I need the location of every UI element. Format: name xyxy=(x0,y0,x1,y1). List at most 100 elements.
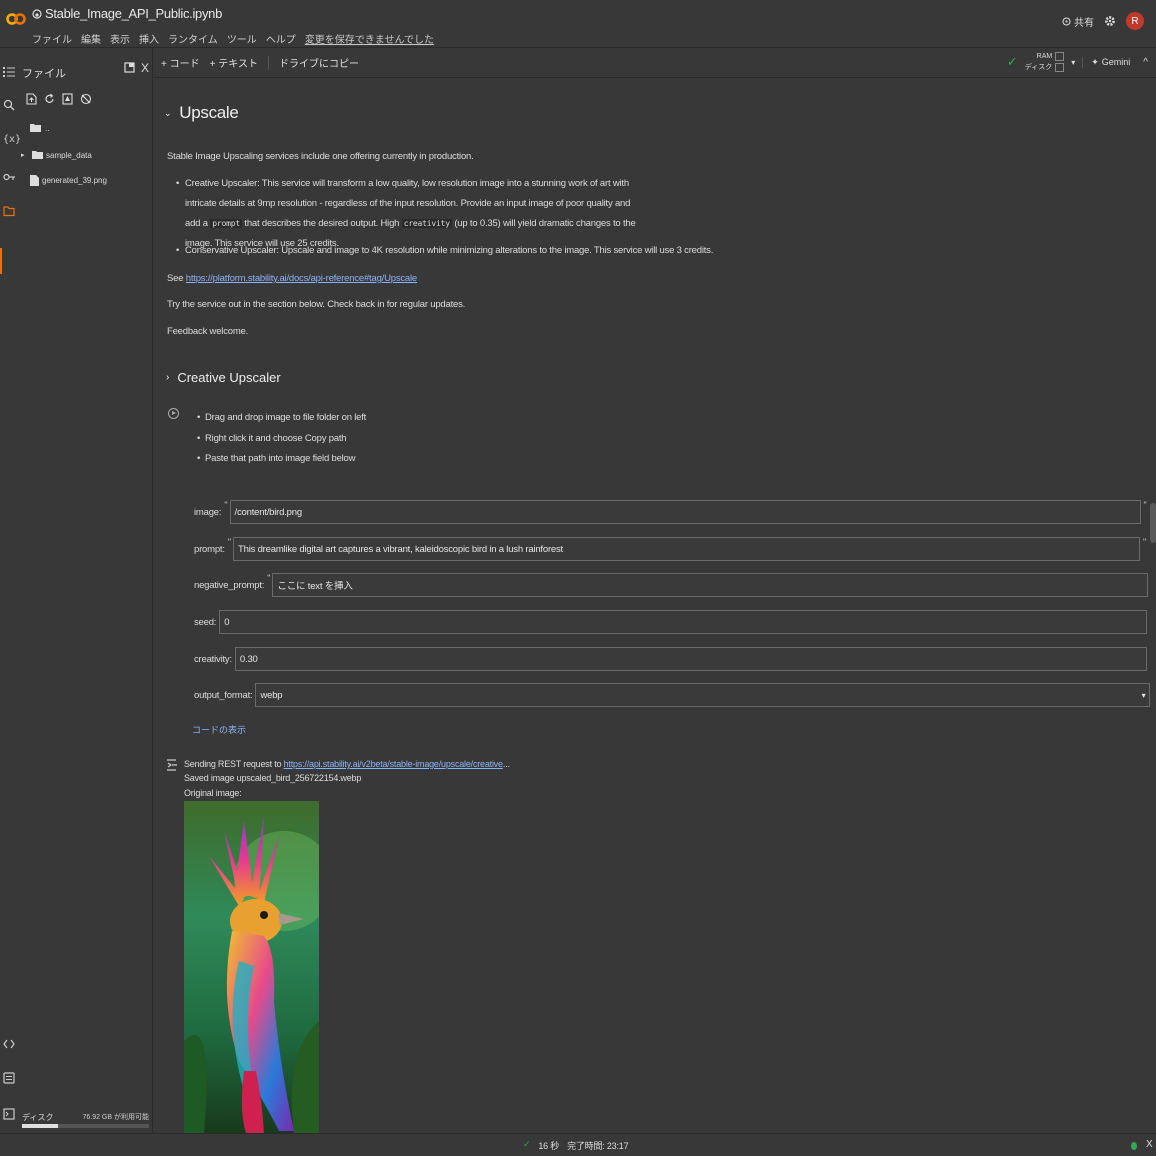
lock-icon xyxy=(1062,17,1071,25)
code-snippets-icon[interactable] xyxy=(3,1038,17,1052)
unsaved-changes-link[interactable]: 変更を保存できませんでした xyxy=(305,31,434,46)
quote-mark: " xyxy=(224,500,228,510)
output-format-field-row: output_format: webp ▾ xyxy=(194,682,1150,708)
avatar[interactable]: R xyxy=(1126,12,1144,30)
active-panel-indicator xyxy=(0,248,2,274)
api-reference-link[interactable]: https://platform.stability.ai/docs/api-r… xyxy=(186,273,417,284)
image-input[interactable]: /content/bird.png xyxy=(229,500,1141,524)
terminal-icon[interactable] xyxy=(3,1108,17,1122)
section-heading-creative-upscaler: › Creative Upscaler xyxy=(166,370,281,385)
creativity-label: creativity: xyxy=(194,653,232,665)
command-palette-icon[interactable] xyxy=(3,1072,17,1086)
output-original-label: Original image: xyxy=(184,788,242,798)
disk-usage-bar xyxy=(22,1124,149,1128)
add-code-button[interactable]: + コード xyxy=(161,55,200,70)
menu-tools[interactable]: ツール xyxy=(227,31,257,46)
step-item: Right click it and choose Copy path xyxy=(197,433,347,444)
inline-code: prompt xyxy=(210,219,242,228)
section-heading-text: Upscale xyxy=(179,103,239,122)
vertical-scrollbar[interactable] xyxy=(1150,503,1156,543)
files-panel: ファイル X .. ▸ sample_data generated_39.png… xyxy=(20,48,153,1133)
run-cell-button[interactable] xyxy=(168,408,179,419)
runtime-status-dot xyxy=(1131,1142,1137,1150)
key-icon[interactable] xyxy=(3,172,17,186)
chevron-down-icon[interactable]: ⌄ xyxy=(164,108,172,119)
output-text: ... xyxy=(502,759,510,769)
seed-field-row: seed: 0 xyxy=(194,609,1148,635)
notebook-title[interactable]: Stable_Image_API_Public.ipynb xyxy=(32,6,222,21)
menu-help[interactable]: ヘルプ xyxy=(266,31,296,46)
output-toggle-icon[interactable] xyxy=(166,758,178,772)
bullet-conservative-upscaler: Conservative Upscaler: Upscale and image… xyxy=(176,241,785,261)
output-format-label: output_format: xyxy=(194,689,253,701)
see-line: See https://platform.stability.ai/docs/a… xyxy=(167,273,417,284)
api-endpoint-link[interactable]: https://api.stability.ai/v2beta/stable-i… xyxy=(284,759,503,769)
disk-label: ディスク xyxy=(1024,64,1053,71)
tree-item-label: sample_data xyxy=(46,150,92,160)
prompt-label: prompt: xyxy=(194,543,225,555)
execution-status[interactable]: ✓ 16 秒 完了時間: 23:17 xyxy=(523,1139,629,1152)
file-icon xyxy=(30,175,39,186)
seed-input[interactable]: 0 xyxy=(219,610,1148,634)
tree-item-sample-data[interactable]: ▸ sample_data xyxy=(21,150,92,160)
show-code-link[interactable]: コードの表示 xyxy=(192,723,246,736)
toolbar-left: + コード + テキスト ドライブにコピー xyxy=(161,55,359,70)
dropdown-arrow-icon: ▾ xyxy=(1141,690,1146,700)
gemini-button[interactable]: ✦ Gemini xyxy=(1082,56,1131,68)
status-duration: 16 秒 xyxy=(538,1141,560,1151)
share-button[interactable]: 共有 xyxy=(1062,14,1094,29)
mount-drive-icon[interactable] xyxy=(62,93,73,105)
folder-up-icon xyxy=(30,124,41,132)
open-in-new-window-icon[interactable] xyxy=(124,62,135,73)
menu-runtime[interactable]: ランタイム xyxy=(168,31,218,46)
negative-prompt-input[interactable]: ここに text を挿入 xyxy=(272,573,1149,597)
runtime-dropdown-icon[interactable]: ▾ xyxy=(1071,58,1075,67)
menu-bar: ファイル 編集 表示 挿入 ランタイム ツール ヘルプ 変更を保存できませんでし… xyxy=(32,31,434,46)
chevron-right-icon[interactable]: › xyxy=(166,372,169,383)
refresh-icon[interactable] xyxy=(44,93,55,105)
notebook-title-text[interactable]: Stable_Image_API_Public.ipynb xyxy=(45,6,222,21)
see-prefix: See xyxy=(167,273,184,284)
upload-file-icon[interactable] xyxy=(26,93,37,105)
folder-icon[interactable] xyxy=(3,205,17,219)
tree-item-parent[interactable]: .. xyxy=(30,123,49,133)
header: Stable_Image_API_Public.ipynb ファイル 編集 表示… xyxy=(0,0,1156,48)
gemini-label: Gemini xyxy=(1101,57,1131,67)
ram-row: RAM xyxy=(1037,51,1065,62)
sparkle-icon: ✦ xyxy=(1091,56,1099,67)
folder-icon xyxy=(32,151,43,159)
close-status-icon[interactable]: X xyxy=(1146,1139,1153,1150)
toolbar-divider xyxy=(267,55,269,70)
tree-item-generated-png[interactable]: generated_39.png xyxy=(30,175,107,186)
gear-icon[interactable] xyxy=(1104,15,1116,27)
menu-edit[interactable]: 編集 xyxy=(81,31,101,46)
disconnect-drive-icon[interactable] xyxy=(80,93,92,105)
section-heading-text: Creative Upscaler xyxy=(177,370,281,385)
notebook-toolbar: + コード + テキスト ドライブにコピー ✓ RAM ディスク ▾ ✦ Gem… xyxy=(154,48,1156,78)
output-format-select[interactable]: webp ▾ xyxy=(255,683,1150,707)
resource-monitor[interactable]: RAM ディスク xyxy=(1025,51,1065,73)
seed-label: seed: xyxy=(194,616,217,628)
disk-meter xyxy=(1055,62,1065,72)
menu-insert[interactable]: 挿入 xyxy=(139,31,159,46)
search-icon[interactable] xyxy=(3,99,17,113)
tree-item-label: generated_39.png xyxy=(42,176,107,185)
try-text: Try the service out in the section below… xyxy=(167,299,466,310)
output-format-value: webp xyxy=(260,689,283,701)
table-of-contents-icon[interactable] xyxy=(3,66,17,80)
add-text-button[interactable]: + テキスト xyxy=(210,55,258,70)
chevron-right-icon[interactable]: ▸ xyxy=(21,151,29,159)
close-panel-icon[interactable]: X xyxy=(141,61,149,75)
prompt-input[interactable]: This dreamlike digital art captures a vi… xyxy=(233,537,1141,561)
variables-icon[interactable]: {x} xyxy=(3,134,21,148)
collapse-header-icon[interactable]: ^ xyxy=(1143,57,1148,68)
copy-to-drive-button[interactable]: ドライブにコピー xyxy=(279,55,359,70)
colab-logo-icon[interactable] xyxy=(6,12,26,26)
step-item: Paste that path into image field below xyxy=(197,453,356,464)
menu-file[interactable]: ファイル xyxy=(32,31,72,46)
inline-code: creativity xyxy=(401,219,452,228)
creativity-input[interactable]: 0.30 xyxy=(234,647,1147,671)
menu-view[interactable]: 表示 xyxy=(110,31,130,46)
disk-label: ディスク xyxy=(22,1113,54,1122)
output-saved-line: Saved image upscaled_bird_256722154.webp xyxy=(184,773,362,783)
